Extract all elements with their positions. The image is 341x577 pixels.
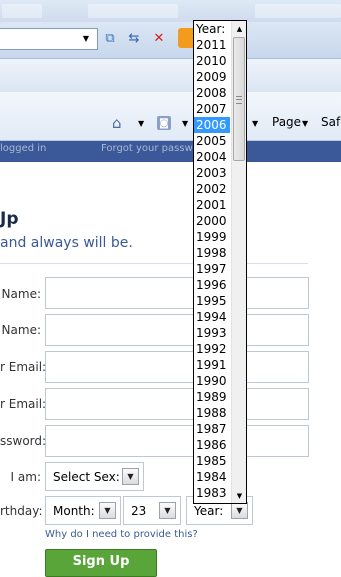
- scrollbar-thumb[interactable]: [233, 37, 245, 161]
- year-option[interactable]: 2005: [194, 133, 230, 149]
- year-option[interactable]: 1997: [194, 261, 230, 277]
- keep-logged-in-label[interactable]: logged in: [0, 143, 46, 154]
- day-select[interactable]: 23 ▼: [123, 496, 181, 525]
- month-select-value: Month:: [53, 503, 95, 518]
- signup-heading: Jp: [0, 209, 19, 229]
- sex-select-value: Select Sex:: [53, 469, 120, 484]
- tab-strip: [0, 58, 341, 93]
- year-option[interactable]: 1992: [194, 341, 230, 357]
- year-option[interactable]: 1988: [194, 405, 230, 421]
- print-dropdown-chevron-down-icon[interactable]: ▼: [252, 119, 258, 128]
- year-option[interactable]: 1990: [194, 373, 230, 389]
- last-name-label: Name:: [1, 323, 41, 337]
- reenter-email-input[interactable]: [45, 388, 309, 420]
- year-option[interactable]: 2001: [194, 197, 230, 213]
- month-select[interactable]: Month: ▼: [45, 496, 121, 525]
- chevron-down-icon: ▼: [159, 502, 176, 519]
- sex-select[interactable]: Select Sex: ▼: [45, 462, 144, 491]
- year-option[interactable]: 2008: [194, 85, 230, 101]
- home-icon[interactable]: ⌂: [112, 114, 122, 132]
- year-option[interactable]: 1999: [194, 229, 230, 245]
- chevron-down-icon: ▼: [122, 468, 139, 485]
- year-option[interactable]: 2007: [194, 101, 230, 117]
- grip-icon: [236, 96, 242, 104]
- year-options: Year: 2011 2010 2009 2008 2007 2006 2005 2004 200…: [194, 21, 230, 501]
- year-option[interactable]: 1983: [194, 485, 230, 501]
- year-option[interactable]: 1984: [194, 469, 230, 485]
- year-option[interactable]: 2006: [194, 117, 230, 133]
- year-option[interactable]: 1996: [194, 277, 230, 293]
- address-dropdown-chevron-down-icon[interactable]: ▼: [80, 31, 92, 45]
- rss-feed-icon[interactable]: ◙: [157, 116, 171, 130]
- year-option[interactable]: 2011: [194, 37, 230, 53]
- feeds-dropdown-chevron-down-icon[interactable]: ▼: [182, 119, 188, 128]
- page-menu-chevron-down-icon[interactable]: ▼: [302, 119, 308, 128]
- email-label: r Email:: [0, 360, 47, 374]
- iam-label: I am:: [10, 470, 41, 484]
- year-option[interactable]: 1994: [194, 309, 230, 325]
- password-label: ssword:: [0, 434, 47, 448]
- chevron-down-icon: ▼: [99, 502, 116, 519]
- signup-subheading: and always will be.: [0, 235, 133, 251]
- year-dropdown-list[interactable]: Year: 2011 2010 2009 2008 2007 2006 2005 2004 200…: [193, 20, 247, 504]
- year-option[interactable]: 1991: [194, 357, 230, 373]
- year-option[interactable]: 2009: [194, 69, 230, 85]
- why-provide-birthday-link[interactable]: Why do I need to provide this?: [45, 529, 198, 540]
- email-input[interactable]: [45, 351, 309, 383]
- year-option[interactable]: 2010: [194, 53, 230, 69]
- first-name-input[interactable]: [45, 277, 309, 309]
- year-option[interactable]: 1985: [194, 453, 230, 469]
- scroll-up-arrow-icon[interactable]: ▲: [232, 21, 246, 36]
- divider: [0, 263, 308, 264]
- compatibility-view-icon[interactable]: ⧉: [100, 28, 120, 48]
- signup-button[interactable]: Sign Up: [45, 549, 157, 577]
- last-name-input[interactable]: [45, 314, 309, 346]
- first-name-label: Name:: [1, 287, 41, 301]
- scroll-down-arrow-icon[interactable]: ▼: [232, 488, 246, 503]
- year-option[interactable]: 2003: [194, 165, 230, 181]
- year-option[interactable]: 1998: [194, 245, 230, 261]
- birthday-label: rthday:: [0, 504, 43, 518]
- password-input[interactable]: [45, 425, 309, 457]
- page-menu-button[interactable]: Page: [272, 115, 301, 129]
- window-title-strip: [0, 0, 341, 22]
- year-option[interactable]: 2004: [194, 149, 230, 165]
- year-select-value: Year:: [194, 503, 224, 518]
- safety-menu-button[interactable]: Safe: [321, 115, 341, 129]
- refresh-icon[interactable]: ⇆: [124, 28, 144, 48]
- home-dropdown-chevron-down-icon[interactable]: ▼: [138, 119, 144, 128]
- year-option[interactable]: 1995: [194, 293, 230, 309]
- year-option[interactable]: Year:: [194, 21, 230, 37]
- stop-icon[interactable]: ✕: [149, 28, 169, 48]
- year-scrollbar[interactable]: ▲ ▼: [231, 21, 246, 503]
- year-option[interactable]: 1989: [194, 389, 230, 405]
- year-option[interactable]: 2000: [194, 213, 230, 229]
- year-option[interactable]: 1986: [194, 437, 230, 453]
- year-option[interactable]: 2002: [194, 181, 230, 197]
- forgot-password-link[interactable]: Forgot your passw: [101, 143, 193, 154]
- chevron-down-icon: ▼: [231, 502, 248, 519]
- year-option[interactable]: 1987: [194, 421, 230, 437]
- day-select-value: 23: [131, 503, 147, 518]
- year-option[interactable]: 1993: [194, 325, 230, 341]
- reenter-email-label: r Email:: [0, 397, 47, 411]
